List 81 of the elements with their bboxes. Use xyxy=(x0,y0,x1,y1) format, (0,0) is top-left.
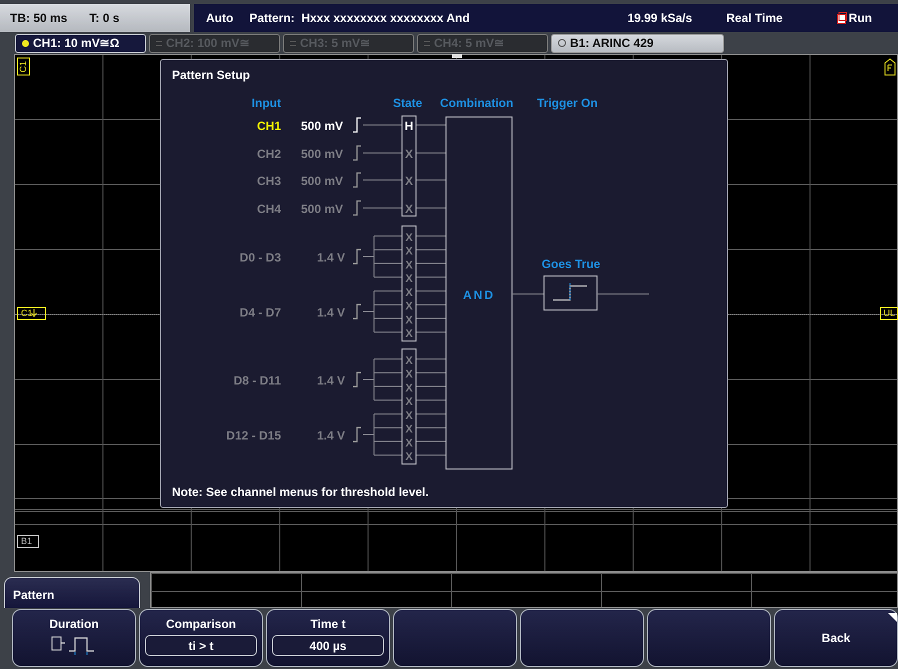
channel-tab[interactable]: B1: ARINC 429 xyxy=(551,34,724,53)
state-value[interactable]: X xyxy=(405,368,413,381)
state-value[interactable]: X xyxy=(405,354,413,367)
rising-edge-icon xyxy=(353,248,361,264)
column-header: Input xyxy=(252,96,281,110)
bus-marker: B1 xyxy=(17,534,40,548)
rising-edge-icon xyxy=(353,200,361,216)
state-value[interactable]: X xyxy=(405,450,413,463)
state-value[interactable]: X xyxy=(405,146,413,161)
digital-group-label: D0 - D3 xyxy=(240,250,281,264)
channel-label: CH2 xyxy=(256,146,281,161)
state-value[interactable]: X xyxy=(405,300,413,313)
channel-label: CH1 xyxy=(256,118,281,133)
note-text: Note: See channel menus for threshold level. xyxy=(172,484,429,499)
state-value[interactable]: X xyxy=(405,314,413,326)
digital-group-label: D8 - D11 xyxy=(234,373,281,388)
digital-group-label: D12 - D15 xyxy=(226,428,281,442)
threshold-value[interactable]: 1.4 V xyxy=(317,373,346,388)
trigger-position-icon xyxy=(452,54,462,59)
trigger-mode-text: Auto xyxy=(206,10,234,25)
state-value[interactable]: X xyxy=(405,396,413,408)
state-value[interactable]: X xyxy=(405,410,413,422)
rising-edge-icon xyxy=(353,304,361,320)
run-state-text: Run xyxy=(848,10,872,25)
state-value[interactable]: X xyxy=(405,174,413,188)
timebase-text: TB: 50 ms xyxy=(10,10,68,25)
trigger-condition-box[interactable] xyxy=(544,275,598,310)
column-header: Trigger On xyxy=(537,96,598,110)
acquisition-mode-text: Real Time xyxy=(726,10,783,25)
rising-edge-icon xyxy=(353,372,361,388)
softkey-label: Time t xyxy=(310,617,346,632)
channel-offset-marker: C1 xyxy=(17,306,46,320)
state-value[interactable]: X xyxy=(405,286,413,299)
dialog-title: Pattern Setup xyxy=(172,68,250,82)
state-value[interactable]: X xyxy=(405,328,413,340)
state-value[interactable]: X xyxy=(405,272,413,285)
state-value[interactable]: X xyxy=(405,232,413,244)
digital-group-label: D4 - D7 xyxy=(240,305,281,320)
threshold-value[interactable]: 1.4 V xyxy=(317,250,346,264)
column-header: Combination xyxy=(440,96,514,110)
state-value[interactable]: X xyxy=(405,424,413,436)
state-value[interactable]: X xyxy=(405,382,413,394)
level-marker: UL xyxy=(880,306,898,320)
threshold-value[interactable]: 1.4 V xyxy=(317,428,346,442)
state-value[interactable]: X xyxy=(405,259,413,272)
state-value[interactable]: X xyxy=(405,246,413,258)
threshold-value[interactable]: 500 mV xyxy=(301,146,344,161)
back-button[interactable]: Back xyxy=(774,609,898,668)
trigger-time-text: T: 0 s xyxy=(89,10,120,25)
softkey-button[interactable] xyxy=(520,609,644,668)
combination-value[interactable]: AND xyxy=(463,288,495,302)
threshold-value[interactable]: 500 mV xyxy=(301,174,344,188)
state-value[interactable]: X xyxy=(405,202,413,216)
channel-tab[interactable]: CH1: 10 mV≅Ω xyxy=(15,34,146,53)
softkey-button[interactable] xyxy=(647,609,771,668)
threshold-value[interactable]: 500 mV xyxy=(301,118,344,133)
trigger-condition-label: Goes True xyxy=(542,256,600,271)
column-header: State xyxy=(393,96,422,110)
softkey-button[interactable] xyxy=(393,609,517,668)
rising-edge-icon xyxy=(353,172,361,188)
threshold-value[interactable]: 500 mV xyxy=(301,202,344,216)
rising-edge-icon xyxy=(353,145,361,161)
channel-marker: C1 xyxy=(17,58,30,76)
state-value[interactable]: H xyxy=(404,118,414,133)
softkey-label: Duration xyxy=(49,617,99,632)
pattern-text: Pattern: Hxxx xxxxxxxx xxxxxxxx And xyxy=(249,10,470,25)
channel-label: CH4 xyxy=(256,202,281,216)
trigger-marker-icon xyxy=(884,58,896,76)
rising-edge-icon xyxy=(553,282,587,300)
softkey-value-field[interactable]: ti > t xyxy=(145,635,257,656)
state-value[interactable]: X xyxy=(405,437,413,450)
channel-label: CH3 xyxy=(256,174,281,188)
softkey-label: Comparison xyxy=(166,617,236,632)
down-arrow-icon xyxy=(31,308,37,317)
run-icon xyxy=(836,12,847,24)
rising-edge-icon xyxy=(353,426,361,442)
threshold-value[interactable]: 1.4 V xyxy=(317,305,346,320)
rising-edge-icon xyxy=(353,117,361,133)
sample-rate-text: 19.99 kSa/s xyxy=(627,10,692,25)
corner-triangle-icon xyxy=(888,613,897,622)
softkey-value-field[interactable]: 400 µs xyxy=(272,635,384,656)
